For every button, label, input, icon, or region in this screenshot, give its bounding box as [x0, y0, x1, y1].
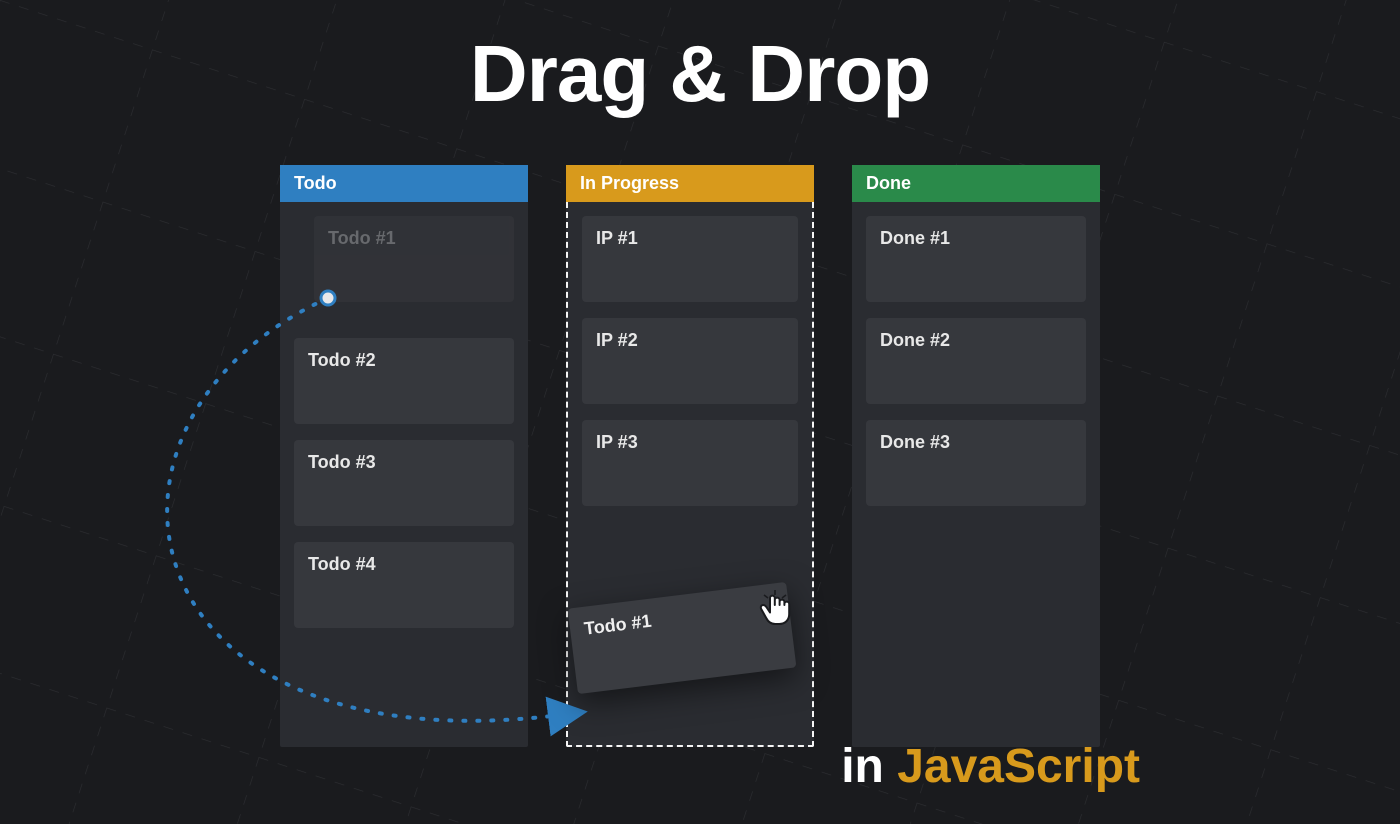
column-done[interactable]: Done Done #1 Done #2 Done #3 — [852, 165, 1100, 747]
subtitle: in JavaScript — [841, 739, 1140, 794]
card[interactable]: Todo #2 — [294, 338, 514, 424]
cursor-grab-icon — [752, 585, 798, 631]
card[interactable]: Done #3 — [866, 420, 1086, 506]
card[interactable]: Done #2 — [866, 318, 1086, 404]
column-header-done: Done — [852, 165, 1100, 202]
card[interactable]: Done #1 — [866, 216, 1086, 302]
subtitle-highlight: JavaScript — [897, 740, 1140, 793]
card[interactable]: Todo #3 — [294, 440, 514, 526]
card[interactable]: Todo #4 — [294, 542, 514, 628]
column-body-todo[interactable]: Todo #1 Todo #2 Todo #3 Todo #4 — [280, 202, 528, 712]
card-ghost[interactable]: Todo #1 — [314, 216, 514, 302]
page-title: Drag & Drop — [0, 28, 1400, 120]
column-todo[interactable]: Todo Todo #1 Todo #2 Todo #3 Todo #4 — [280, 165, 528, 747]
column-header-todo: Todo — [280, 165, 528, 202]
card[interactable]: IP #1 — [582, 216, 798, 302]
subtitle-prefix: in — [841, 740, 884, 793]
column-header-progress: In Progress — [566, 165, 814, 202]
column-body-done[interactable]: Done #1 Done #2 Done #3 — [852, 202, 1100, 712]
card[interactable]: IP #3 — [582, 420, 798, 506]
card[interactable]: IP #2 — [582, 318, 798, 404]
